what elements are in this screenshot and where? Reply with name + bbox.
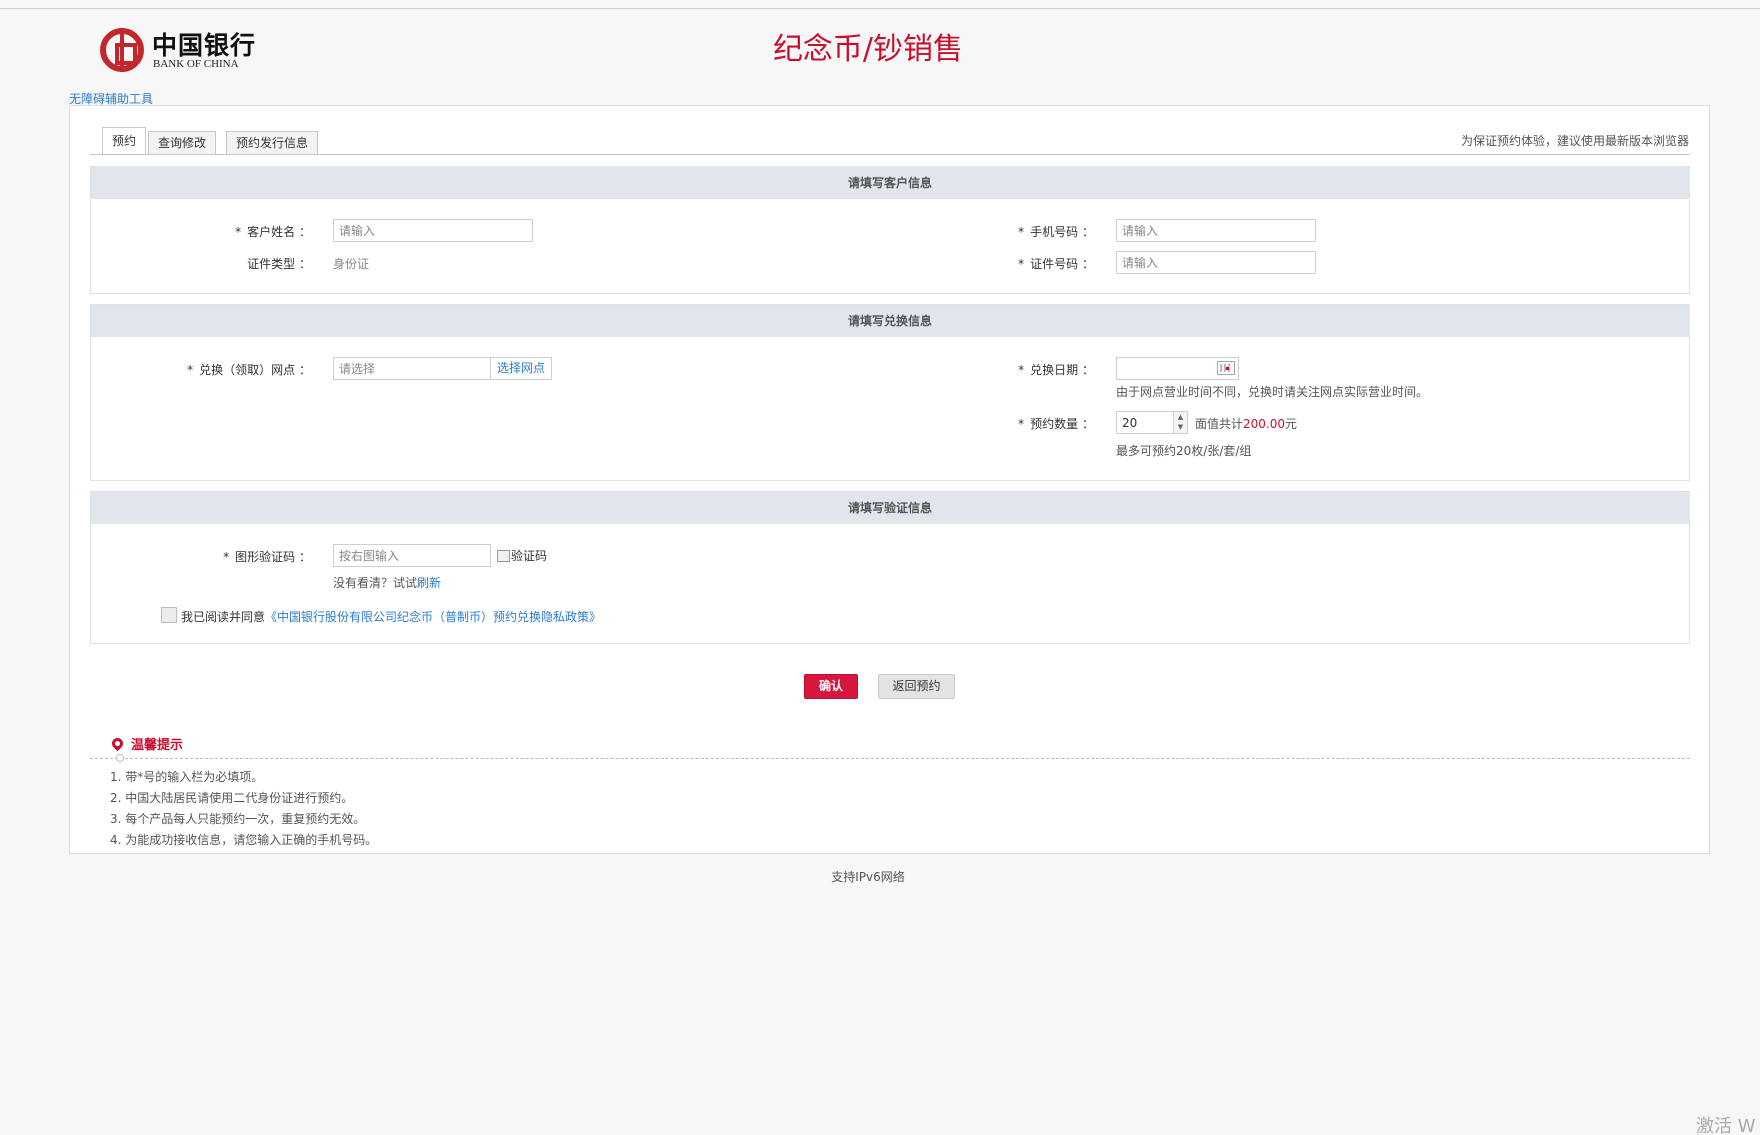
id-type-value: 身份证 <box>333 257 370 271</box>
quantity-spin-buttons[interactable]: ▲ ▼ <box>1173 412 1187 433</box>
confirm-button[interactable]: 确认 <box>804 674 858 699</box>
back-to-reserve-button[interactable]: 返回预约 <box>878 674 955 699</box>
page-title: 纪念币/钞销售 <box>772 32 964 67</box>
quantity-hint: 最多可预约20枚/张/套/组 <box>1116 444 1252 458</box>
activation-watermark: 激活 W <box>1696 1116 1756 1135</box>
verification-section: 请填写验证信息 *图形验证码 ： 验证码 没有看清？试试刷新 我已阅读并同意《中… <box>90 491 1690 644</box>
required-mark: * <box>235 225 242 239</box>
face-value-amount: 200.00 <box>1243 417 1286 431</box>
face-value-total: 面值共计200.00元 <box>1195 415 1297 432</box>
required-mark: * <box>187 363 194 377</box>
id-number-label: * 证件号码 ： <box>1018 257 1094 271</box>
select-branch-button[interactable]: 选择网点 <box>491 357 553 380</box>
location-pin-icon <box>109 735 126 752</box>
agree-checkbox[interactable] <box>161 607 177 623</box>
customer-name-label-text: 客户姓名 <box>247 225 296 239</box>
phone-input[interactable] <box>1116 219 1316 242</box>
captcha-image[interactable]: 验证码 <box>497 547 547 564</box>
tips-divider-dot <box>116 754 124 762</box>
id-type-label-text: 证件类型 <box>247 257 296 271</box>
top-divider <box>0 8 1760 9</box>
face-value-suffix: 元 <box>1285 417 1298 431</box>
agree-statement: 我已阅读并同意《中国银行股份有限公司纪念币（普制币）预约兑换隐私政策》 <box>181 608 601 625</box>
quantity-label-text: 预约数量 <box>1030 417 1079 431</box>
customer-name-input[interactable] <box>333 219 533 242</box>
required-mark: * <box>1018 225 1025 239</box>
captcha-input[interactable] <box>333 544 491 567</box>
tip-item: 1. 带*号的输入栏为必填项。 <box>110 770 264 784</box>
customer-name-label: * 客户姓名 ： <box>235 225 311 239</box>
customer-section-heading: 请填写客户信息 <box>91 167 1689 199</box>
branch-input[interactable] <box>333 357 491 380</box>
calendar-icon[interactable] <box>1217 361 1235 375</box>
browser-tip: 为保证预约体验，建议使用最新版本浏览器 <box>1460 134 1689 148</box>
privacy-policy-link[interactable]: 《中国银行股份有限公司纪念币（普制币）预约兑换隐私政策》 <box>265 610 601 624</box>
exchange-date-hint: 由于网点营业时间不同，兑换时请关注网点实际营业时间。 <box>1116 385 1429 399</box>
exchange-date-label: * 兑换日期 ： <box>1018 363 1094 377</box>
id-number-input[interactable] <box>1116 251 1316 274</box>
customer-info-section: 请填写客户信息 *客户姓名 ： 证件类型 ： 身份证 *手机号码 ： *证件号码… <box>90 166 1690 294</box>
tab-reserve[interactable]: 预约 <box>102 127 147 155</box>
tab-issue-info[interactable]: 预约发行信息 <box>226 131 319 155</box>
phone-label-text: 手机号码 <box>1030 225 1079 239</box>
branch-label: * 兑换（领取）网点 ： <box>187 363 311 377</box>
tab-query-modify[interactable]: 查询修改 <box>148 131 217 155</box>
face-value-prefix: 面值共计 <box>1195 417 1244 431</box>
required-mark: * <box>223 550 230 564</box>
refresh-prefix: 没有看清？试试 <box>333 576 418 590</box>
required-mark: * <box>1018 417 1025 431</box>
verification-section-heading: 请填写验证信息 <box>91 492 1689 524</box>
tips-divider <box>90 758 1690 759</box>
captcha-image-alt: 验证码 <box>511 549 548 563</box>
agree-text: 我已阅读并同意 <box>181 610 266 624</box>
tip-item: 3. 每个产品每人只能预约一次，重复预约无效。 <box>110 812 366 826</box>
captcha-refresh-hint: 没有看清？试试刷新 <box>333 574 441 591</box>
required-mark: * <box>1018 257 1025 271</box>
id-type-label: 证件类型 ： <box>247 257 311 271</box>
required-mark: * <box>1018 363 1025 377</box>
chevron-up-icon[interactable]: ▲ <box>1174 412 1187 422</box>
refresh-captcha-link[interactable]: 刷新 <box>417 576 441 590</box>
exchange-section-heading: 请填写兑换信息 <box>91 305 1689 337</box>
tip-item: 4. 为能成功接收信息，请您输入正确的手机号码。 <box>110 833 378 847</box>
exchange-date-label-text: 兑换日期 <box>1030 363 1079 377</box>
id-number-label-text: 证件号码 <box>1030 257 1079 271</box>
phone-label: * 手机号码 ： <box>1018 225 1094 239</box>
tips-title: 温馨提示 <box>109 734 184 753</box>
broken-image-icon <box>497 550 510 562</box>
quantity-label: * 预约数量 ： <box>1018 417 1094 431</box>
tab-underline <box>90 154 1690 155</box>
ipv6-support-footer: 支持IPv6网络 <box>831 870 905 884</box>
tips-title-text: 温馨提示 <box>131 738 184 753</box>
branch-label-text: 兑换（领取）网点 <box>199 363 296 377</box>
main-panel: 预约 查询修改 预约发行信息 为保证预约体验，建议使用最新版本浏览器 请填写客户… <box>69 105 1710 854</box>
chevron-down-icon[interactable]: ▼ <box>1174 422 1187 432</box>
tip-item: 2. 中国大陆居民请使用二代身份证进行预约。 <box>110 791 354 805</box>
captcha-label: * 图形验证码 ： <box>223 550 311 564</box>
captcha-label-text: 图形验证码 <box>235 550 296 564</box>
exchange-info-section: 请填写兑换信息 *兑换（领取）网点 ： 选择网点 *兑换日期 ： 由于网点营业时… <box>90 304 1690 481</box>
